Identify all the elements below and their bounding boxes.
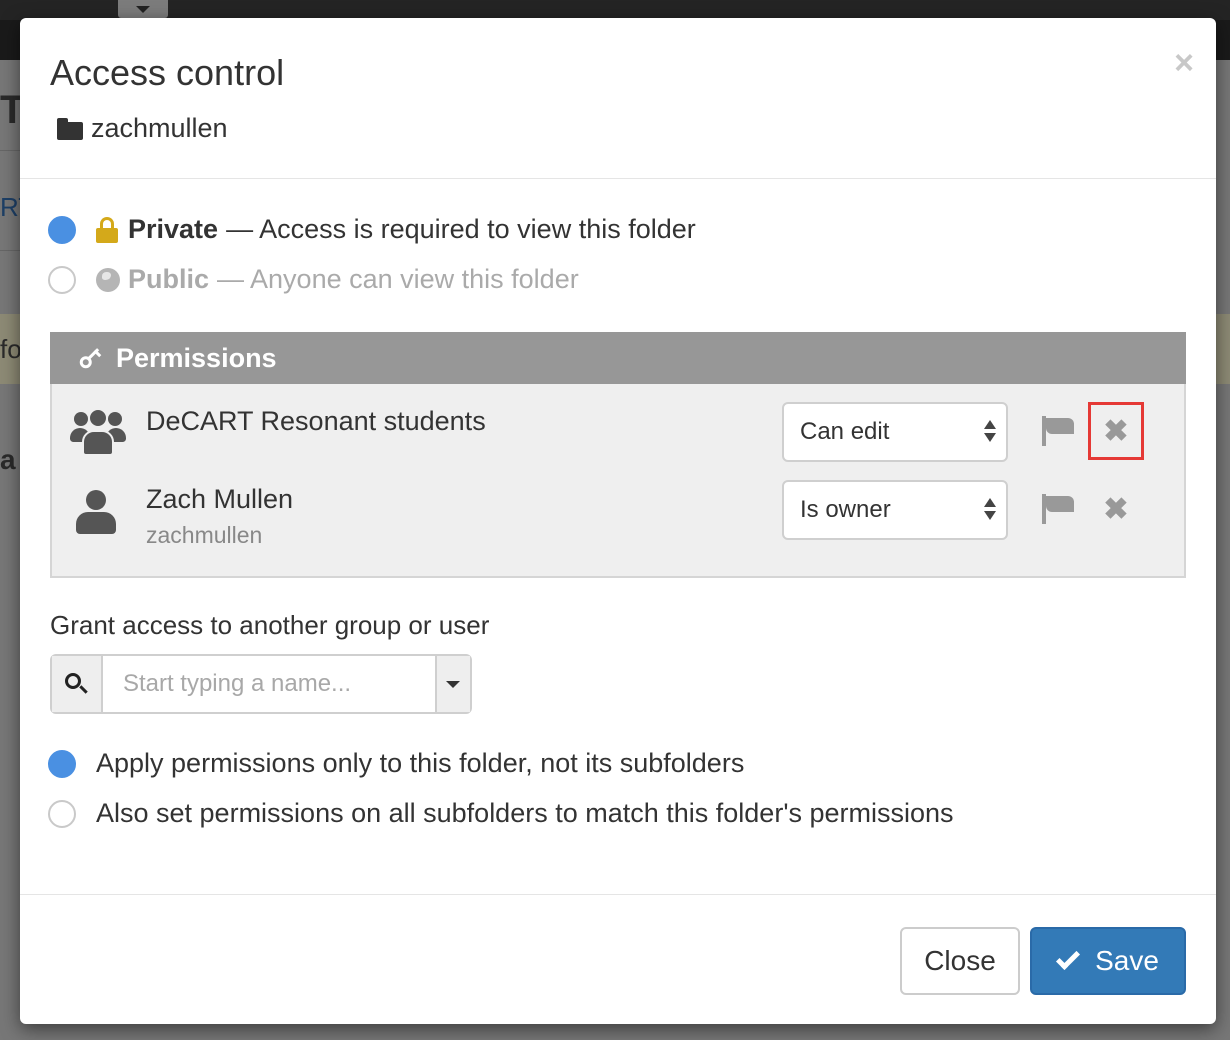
flag-icon[interactable]	[1042, 494, 1076, 524]
recurse-option-only-folder[interactable]: Apply permissions only to this folder, n…	[48, 748, 744, 779]
public-description: — Anyone can view this folder	[217, 264, 579, 294]
private-description: — Access is required to view this folder	[226, 214, 696, 244]
check-icon	[1056, 945, 1081, 971]
permission-name: DeCART Resonant students	[146, 406, 486, 436]
all-subfolders-radio[interactable]	[48, 799, 76, 828]
modal-header: Access control zachmullen ×	[20, 18, 1216, 179]
public-radio[interactable]	[48, 265, 76, 294]
grant-access-label: Grant access to another group or user	[50, 610, 490, 640]
permission-row: DeCART Resonant students Can edit ✖	[52, 400, 1186, 478]
access-control-modal: Access control zachmullen × Private — Ac…	[20, 18, 1216, 1024]
save-label: Save	[1095, 945, 1159, 976]
folder-icon	[57, 117, 83, 140]
caret-down-icon	[136, 6, 150, 13]
group-icon	[70, 408, 126, 458]
select-arrows-icon	[984, 498, 996, 522]
background-divider	[0, 250, 22, 251]
permission-level-value: Can edit	[800, 418, 890, 445]
permissions-title: Permissions	[116, 342, 277, 373]
search-dropdown-toggle[interactable]	[434, 656, 470, 712]
search-input[interactable]	[102, 656, 435, 712]
save-button[interactable]: Save	[1030, 927, 1186, 995]
select-arrows-icon	[984, 420, 996, 444]
lock-icon	[96, 216, 118, 243]
background-dropdown	[118, 0, 168, 18]
permission-level-value: Is owner	[800, 496, 891, 523]
caret-down-icon	[446, 680, 461, 688]
all-subfolders-label: Also set permissions on all subfolders t…	[96, 798, 954, 828]
modal-title: Access control	[50, 52, 285, 93]
private-option[interactable]: Private — Access is required to view thi…	[48, 214, 696, 245]
remove-permission-button[interactable]: ✖	[1088, 480, 1144, 538]
public-option[interactable]: Public — Anyone can view this folder	[48, 264, 579, 295]
public-label: Public	[128, 264, 210, 294]
permission-login: zachmullen	[146, 522, 263, 548]
permission-row: Zach Mullen zachmullen Is owner ✖	[52, 478, 1186, 556]
recurse-option-all-subfolders[interactable]: Also set permissions on all subfolders t…	[48, 798, 954, 829]
close-icon[interactable]: ×	[1174, 46, 1194, 80]
key-icon	[73, 341, 107, 375]
user-icon	[76, 490, 116, 534]
permissions-header: Permissions	[50, 332, 1186, 384]
grant-search	[50, 654, 472, 714]
permission-level-select[interactable]: Can edit	[782, 402, 1008, 462]
search-icon	[65, 673, 89, 695]
private-radio[interactable]	[48, 215, 76, 244]
background-divider	[0, 150, 22, 151]
private-label: Private	[128, 214, 219, 244]
background-text: a	[0, 444, 16, 475]
background-text: fo	[0, 334, 22, 364]
permission-level-select[interactable]: Is owner	[782, 480, 1008, 540]
permissions-panel: Permissions DeCART Resonant students Can…	[50, 332, 1186, 578]
close-button[interactable]: Close	[900, 927, 1020, 995]
remove-permission-button[interactable]: ✖	[1088, 402, 1144, 460]
folder-name: zachmullen	[91, 113, 228, 143]
globe-icon	[96, 267, 120, 292]
search-addon	[52, 656, 103, 712]
folder-label: zachmullen	[57, 113, 228, 144]
flag-icon[interactable]	[1042, 416, 1076, 446]
background-alert	[1214, 314, 1230, 384]
modal-footer: Close Save	[20, 894, 1216, 1024]
permission-name: Zach Mullen	[146, 484, 294, 514]
only-folder-radio[interactable]	[48, 749, 76, 778]
only-folder-label: Apply permissions only to this folder, n…	[96, 748, 745, 778]
background-topbar	[0, 0, 1230, 20]
